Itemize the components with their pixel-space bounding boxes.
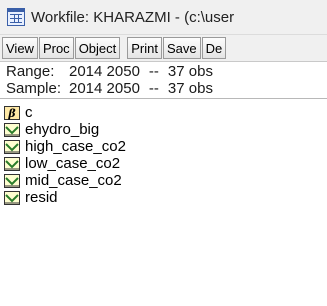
proc-button[interactable]: Proc <box>38 37 74 59</box>
save-button[interactable]: Save <box>163 37 201 59</box>
object-name: mid_case_co2 <box>25 172 122 189</box>
window-title: Workfile: KHARAZMI - (c:\user <box>31 8 235 26</box>
list-item-mid-case-co2[interactable]: mid_case_co2 <box>0 172 327 189</box>
series-icon <box>4 173 20 188</box>
sample-label: Sample: <box>6 80 62 97</box>
list-item-ehydro-big[interactable]: ehydro_big <box>0 121 327 138</box>
toolbar: View Proc Object Print Save De <box>0 35 327 62</box>
title-bar[interactable]: Workfile: KHARAZMI - (c:\user <box>0 0 327 35</box>
sample-separator: -- <box>148 80 159 97</box>
series-icon <box>4 156 20 171</box>
sample-row: Sample: 2014 2050 -- 37 obs <box>6 80 213 98</box>
range-value: 2014 2050 <box>69 63 140 80</box>
svg-text:β: β <box>7 107 16 120</box>
range-row: Range: 2014 2050 -- 37 obs <box>6 63 213 81</box>
list-item-low-case-co2[interactable]: low_case_co2 <box>0 155 327 172</box>
list-item-high-case-co2[interactable]: high_case_co2 <box>0 138 327 155</box>
range-obs: 37 obs <box>167 63 213 80</box>
series-icon <box>4 190 20 205</box>
range-label: Range: <box>6 63 55 80</box>
list-item-resid[interactable]: resid <box>0 189 327 206</box>
object-name: ehydro_big <box>25 121 100 138</box>
object-name: c <box>25 104 33 121</box>
list-item-c[interactable]: β c <box>0 104 327 121</box>
object-name: low_case_co2 <box>25 155 121 172</box>
object-button[interactable]: Object <box>74 37 121 59</box>
object-name: resid <box>25 189 58 206</box>
workfile-window: Workfile: KHARAZMI - (c:\user View Proc … <box>0 0 327 306</box>
sample-value: 2014 2050 <box>69 80 140 97</box>
view-button[interactable]: View <box>2 37 38 59</box>
print-button[interactable]: Print <box>127 37 162 59</box>
series-icon <box>4 139 20 154</box>
object-name: high_case_co2 <box>25 138 126 155</box>
workfile-icon <box>7 8 25 26</box>
details-button[interactable]: De <box>201 37 227 59</box>
range-sample-info[interactable]: Range: 2014 2050 -- 37 obs Sample: 2014 2050… <box>0 62 327 99</box>
series-icon <box>4 122 20 137</box>
sample-obs: 37 obs <box>167 80 213 97</box>
coefficient-vector-icon: β <box>4 105 20 120</box>
range-separator: -- <box>148 63 159 80</box>
